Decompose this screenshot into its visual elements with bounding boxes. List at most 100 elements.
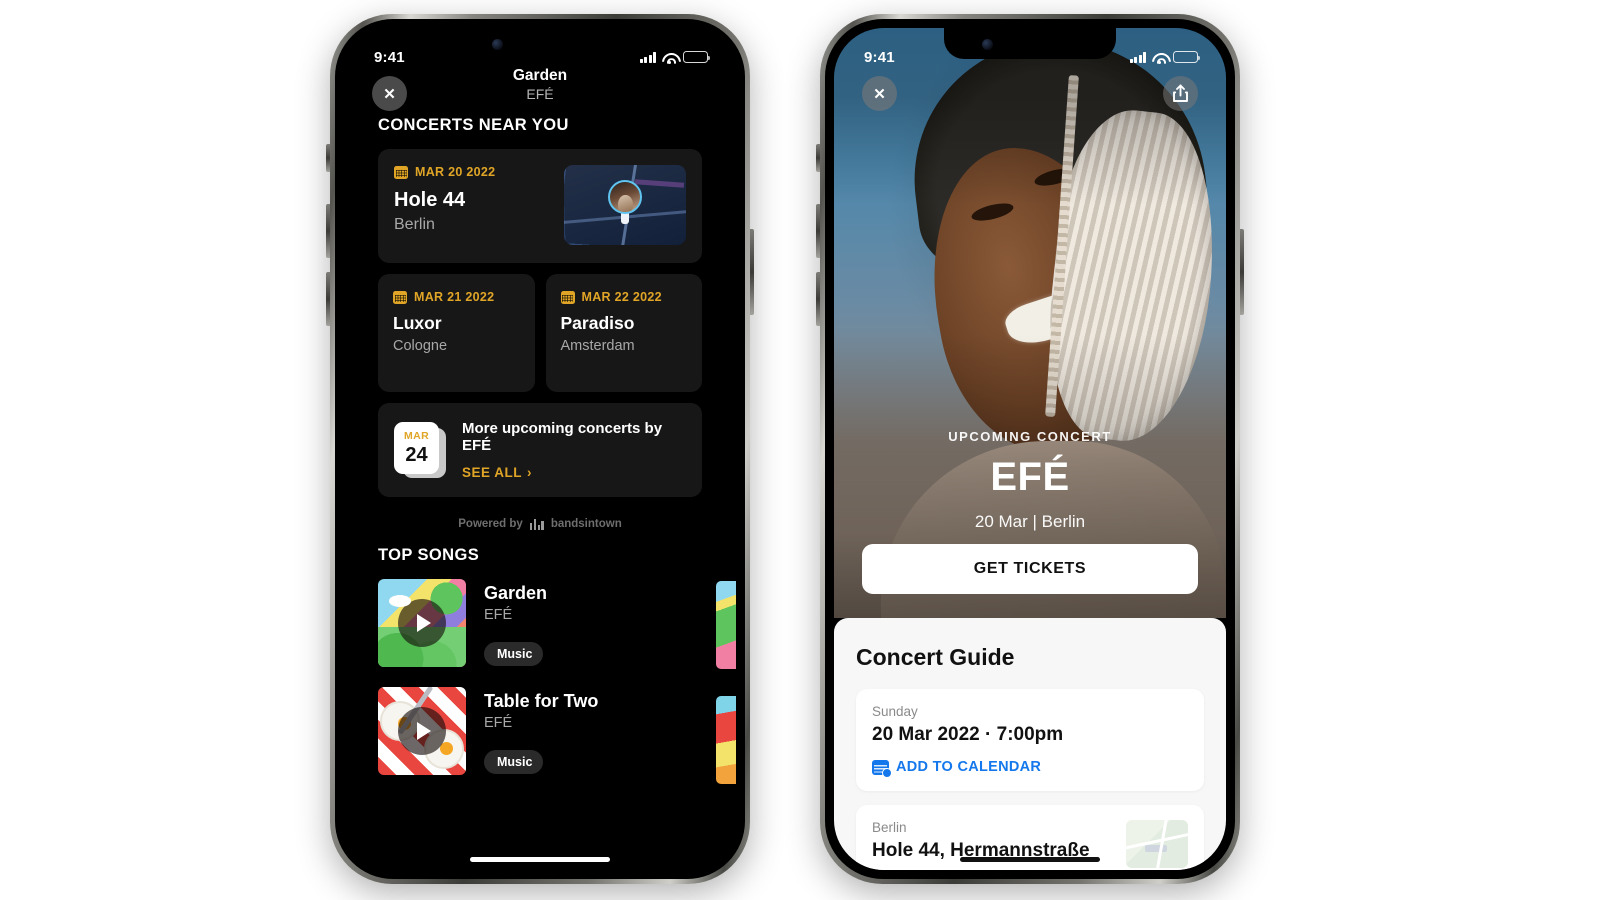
venue-map-thumbnail[interactable]	[1126, 820, 1188, 868]
concert-date-row: MAR 22 2022	[560, 290, 688, 304]
front-camera-icon	[492, 39, 503, 50]
battery-icon	[1173, 51, 1201, 63]
song-title: Garden	[484, 583, 548, 603]
powered-by-brand: bandsintown	[550, 518, 622, 530]
calendar-icon	[560, 290, 575, 304]
featured-card-text: MAR 20 2022 Hole 44 Berlin	[394, 165, 495, 234]
sheet-title: Concert Guide	[856, 644, 1015, 670]
apple-music-label: Music	[497, 755, 533, 769]
song-title: Table for Two	[484, 691, 599, 711]
concert-card-2[interactable]: MAR 22 2022 Paradiso Amsterdam	[545, 274, 702, 392]
right-phone-device: UPCOMING CONCERT EFÉ 20 Mar | Berlin GET…	[816, 14, 1244, 884]
concert-venue: Luxor	[393, 313, 442, 333]
silent-switch[interactable]	[816, 144, 820, 172]
map-thumbnail[interactable]	[564, 165, 686, 245]
bandsintown-logo-icon	[529, 518, 544, 530]
power-button[interactable]	[750, 229, 754, 315]
see-all-label: SEE ALL	[462, 465, 523, 480]
apple-music-badge[interactable]: Music	[484, 750, 544, 774]
silent-switch[interactable]	[326, 144, 330, 172]
song-artist: EFÉ	[484, 715, 513, 731]
concert-city: Cologne	[393, 337, 448, 354]
notch	[944, 28, 1116, 59]
home-indicator[interactable]	[960, 857, 1100, 862]
concert-date: MAR 22 2022	[581, 290, 662, 304]
add-to-calendar-button[interactable]: ADD TO CALENDAR	[872, 759, 1188, 778]
date-value: 20 Mar 2022 · 7:00pm	[872, 724, 1064, 745]
cellular-bars-icon	[639, 52, 656, 63]
concert-card-featured[interactable]: MAR 20 2022 Hole 44 Berlin	[378, 149, 702, 263]
see-all-button[interactable]: SEE ALL ›	[462, 465, 686, 480]
hero-text-group: UPCOMING CONCERT EFÉ 20 Mar | Berlin	[834, 429, 1226, 532]
right-phone-bezel: UPCOMING CONCERT EFÉ 20 Mar | Berlin GET…	[825, 19, 1235, 879]
hero-kicker: UPCOMING CONCERT	[948, 429, 1112, 444]
venue-text-group: Berlin Hole 44, Hermannstraße	[872, 820, 1090, 862]
song-meta: Garden EFÉ Music	[484, 579, 547, 667]
volume-down-button[interactable]	[326, 272, 330, 326]
volume-up-button[interactable]	[816, 204, 820, 258]
concert-card-row: MAR 21 2022 Luxor Cologne MAR 22 2022 Pa…	[378, 274, 702, 392]
power-button[interactable]	[1240, 229, 1244, 315]
song-meta: Table for Two EFÉ Music	[484, 687, 598, 775]
left-phone-bezel: 9:41 ✕ Garden EFÉ CONCERTS NEAR YOU MAR …	[335, 19, 745, 879]
concert-venue: Hole 44	[394, 189, 466, 211]
apple-music-badge[interactable]: Music	[484, 642, 544, 666]
close-icon[interactable]: ✕	[372, 76, 407, 111]
mini-calendar-icon: MAR 24	[394, 422, 446, 478]
hero-section: UPCOMING CONCERT EFÉ 20 Mar | Berlin GET…	[834, 28, 1226, 618]
get-tickets-button[interactable]: GET TICKETS	[862, 544, 1198, 594]
right-phone-screen: UPCOMING CONCERT EFÉ 20 Mar | Berlin GET…	[834, 28, 1226, 870]
play-icon[interactable]	[398, 599, 446, 647]
song-list-item[interactable]: Garden EFÉ Music	[378, 579, 736, 667]
concert-date-row: MAR 21 2022	[393, 290, 520, 304]
date-info-card: Sunday 20 Mar 2022 · 7:00pm ADD TO CALEN…	[856, 689, 1204, 791]
hero-date-location: 20 Mar | Berlin	[974, 512, 1086, 531]
status-time: 9:41	[374, 48, 405, 66]
calendar-icon	[393, 290, 407, 304]
concert-date-row: MAR 20 2022	[394, 165, 495, 179]
wifi-icon	[1152, 52, 1167, 64]
share-icon[interactable]	[1163, 76, 1198, 111]
cellular-bars-icon	[1129, 52, 1146, 63]
concert-card-1[interactable]: MAR 21 2022 Luxor Cologne	[378, 274, 535, 392]
concert-date: MAR 21 2022	[414, 290, 495, 304]
concert-cards: MAR 20 2022 Hole 44 Berlin MAR 21 2022 L…	[344, 149, 736, 536]
notch	[454, 28, 626, 59]
venue-city: Berlin	[872, 820, 907, 835]
concert-guide-sheet: Concert Guide Sunday 20 Mar 2022 · 7:00p…	[834, 618, 1226, 870]
album-art-garden[interactable]	[378, 579, 466, 667]
home-indicator[interactable]	[470, 857, 610, 862]
song-list-item[interactable]: Table for Two EFÉ Music	[378, 687, 736, 775]
page-subtitle: EFÉ	[526, 85, 554, 102]
more-concerts-card[interactable]: MAR 24 More upcoming concerts by EFÉ SEE…	[378, 403, 702, 497]
volume-up-button[interactable]	[326, 204, 330, 258]
add-to-calendar-label: ADD TO CALENDAR	[896, 759, 1042, 775]
left-app-root: 9:41 ✕ Garden EFÉ CONCERTS NEAR YOU MAR …	[344, 28, 736, 870]
close-icon[interactable]: ✕	[862, 76, 897, 111]
apple-music-label: Music	[497, 647, 533, 661]
more-concerts-label: More upcoming concerts by EFÉ	[462, 420, 663, 454]
more-concerts-text-group: More upcoming concerts by EFÉ SEE ALL ›	[462, 420, 686, 480]
map-avatar-pin-icon	[608, 180, 642, 214]
powered-by-label: Powered by	[458, 518, 523, 530]
volume-down-button[interactable]	[816, 272, 820, 326]
songs-section-heading: TOP SONGS	[378, 546, 480, 564]
left-phone-device: 9:41 ✕ Garden EFÉ CONCERTS NEAR YOU MAR …	[326, 14, 754, 884]
next-album-art-peek-2[interactable]	[716, 696, 736, 784]
album-art-table-for-two[interactable]	[378, 687, 466, 775]
status-indicators	[1129, 51, 1201, 64]
play-icon[interactable]	[398, 707, 446, 755]
calendar-add-icon	[872, 759, 892, 778]
powered-by-row: Powered by bandsintown	[378, 497, 702, 536]
screenshot-stage: 9:41 ✕ Garden EFÉ CONCERTS NEAR YOU MAR …	[0, 0, 1600, 900]
left-phone-screen: 9:41 ✕ Garden EFÉ CONCERTS NEAR YOU MAR …	[344, 28, 736, 870]
concert-venue: Paradiso	[560, 313, 635, 333]
status-indicators	[639, 51, 711, 64]
mini-calendar-day: 24	[405, 443, 428, 466]
next-album-art-peek-1[interactable]	[716, 581, 736, 669]
date-weekday: Sunday	[872, 704, 918, 719]
concert-date: MAR 20 2022	[415, 165, 496, 179]
mini-calendar-month: MAR	[403, 430, 430, 443]
wifi-icon	[662, 52, 677, 64]
chevron-right-icon: ›	[527, 465, 533, 480]
